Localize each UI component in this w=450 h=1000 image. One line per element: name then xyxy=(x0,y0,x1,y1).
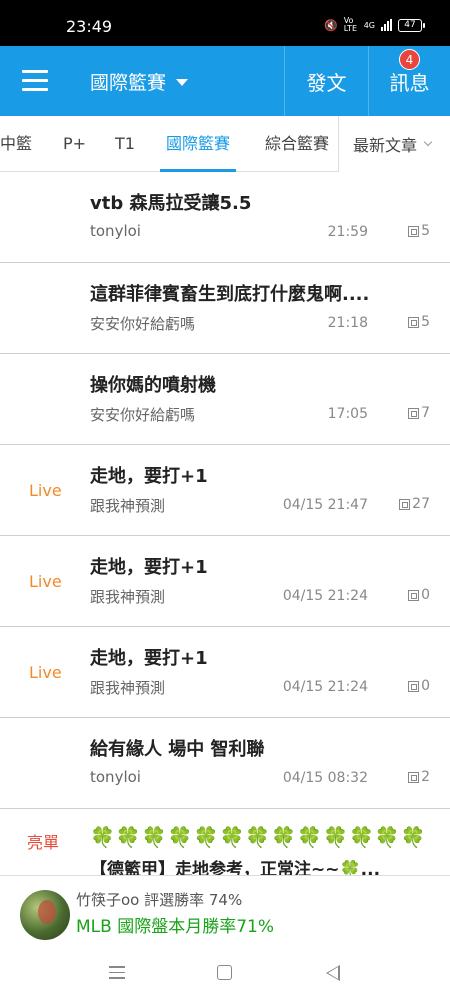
post-author: 跟我神預測 xyxy=(90,588,166,606)
reply-count: 5 xyxy=(421,223,430,239)
post-item[interactable]: vtb 森馬拉受讓5.5 tonyloi 21:59 5 xyxy=(0,172,450,263)
tab-cba[interactable]: 中籃 xyxy=(0,116,32,172)
tab-international[interactable]: 國際籃賽 xyxy=(159,116,237,172)
post-author: 安安你好給虧嗎 xyxy=(90,406,196,424)
reply-icon xyxy=(408,589,420,601)
tab-mixed[interactable]: 綜合籃賽 xyxy=(265,116,329,172)
reply-icon xyxy=(408,680,420,692)
reply-count: 7 xyxy=(421,405,430,421)
messages-label: 訊息 xyxy=(389,70,430,95)
tab-pplus[interactable]: P+ xyxy=(63,116,86,172)
battery-icon: 47 xyxy=(398,18,425,32)
reply-icon xyxy=(408,771,420,783)
volte-icon: Vo LTE xyxy=(343,16,357,33)
messages-button[interactable]: 訊息 4 xyxy=(368,46,450,116)
home-icon[interactable] xyxy=(217,965,232,980)
post-time: 04/15 08:32 xyxy=(282,770,368,786)
new-post-label: 發文 xyxy=(306,70,347,95)
caret-down-icon xyxy=(176,79,189,86)
live-tag: Live xyxy=(29,481,62,500)
post-title: 操你媽的噴射機 xyxy=(90,375,216,396)
clover-icons: 🍀🍀🍀🍀🍀🍀🍀🍀🍀🍀🍀🍀🍀 xyxy=(90,825,427,849)
promo-post-item[interactable]: 亮單 🍀🍀🍀🍀🍀🍀🍀🍀🍀🍀🍀🍀🍀 【德籃甲】走地参考，正常注~~🍀... xyxy=(0,809,450,880)
back-icon[interactable] xyxy=(326,965,340,981)
post-item[interactable]: Live 走地，要打+1 跟我神預測 04/15 21:24 0 xyxy=(0,627,450,718)
reply-icon xyxy=(408,225,420,237)
post-replies: 0 xyxy=(408,587,430,603)
post-item[interactable]: 這群菲律賓畜生到底打什麼鬼啊.... 安安你好給虧嗎 21:18 5 xyxy=(0,263,450,354)
post-time: 04/15 21:24 xyxy=(282,679,368,695)
post-time: 04/15 21:47 xyxy=(282,497,368,513)
featured-user-banner[interactable]: 竹筷子oo 評選勝率 74% MLB 國際盤本月勝率71% xyxy=(0,875,450,947)
live-tag: Live xyxy=(29,663,62,682)
chevron-down-icon xyxy=(423,137,433,147)
promo-tag: 亮單 xyxy=(27,833,60,852)
sort-label: 最新文章 xyxy=(353,136,418,155)
avatar xyxy=(20,890,70,940)
system-nav-bar xyxy=(0,947,450,1000)
reply-count: 0 xyxy=(421,678,430,694)
post-replies: 0 xyxy=(408,678,430,694)
post-author: 跟我神預測 xyxy=(90,497,166,515)
post-replies: 2 xyxy=(408,769,430,785)
post-time: 04/15 21:24 xyxy=(282,588,368,604)
messages-badge: 4 xyxy=(399,49,420,70)
banner-win-rate: MLB 國際盤本月勝率71% xyxy=(76,917,274,937)
board-selector-label: 國際籃賽 xyxy=(90,72,167,94)
reply-icon xyxy=(408,316,420,328)
post-author: 安安你好給虧嗎 xyxy=(90,315,196,333)
recent-apps-icon[interactable] xyxy=(109,966,125,983)
live-tag: Live xyxy=(29,572,62,591)
post-replies: 5 xyxy=(408,223,430,239)
category-tabs: 中籃 P+ T1 國際籃賽 綜合籃賽 最新文章 xyxy=(0,116,450,172)
post-title: 走地，要打+1 xyxy=(90,466,208,487)
post-title: 這群菲律賓畜生到底打什麼鬼啊.... xyxy=(90,284,370,305)
signal-icon xyxy=(381,19,392,31)
post-replies: 27 xyxy=(399,496,430,512)
network-label: 4G xyxy=(363,20,375,30)
post-time: 17:05 xyxy=(327,406,368,422)
post-title: 走地，要打+1 xyxy=(90,648,208,669)
reply-count: 5 xyxy=(421,314,430,330)
post-author: tonyloi xyxy=(90,768,141,786)
battery-level: 47 xyxy=(404,20,416,30)
post-title: vtb 森馬拉受讓5.5 xyxy=(90,193,252,214)
post-item[interactable]: 操你媽的噴射機 安安你好給虧嗎 17:05 7 xyxy=(0,354,450,445)
reply-count: 2 xyxy=(421,769,430,785)
post-list: vtb 森馬拉受讓5.5 tonyloi 21:59 5 這群菲律賓畜生到底打什… xyxy=(0,172,450,880)
status-icons: 🔇 Vo LTE 4G 47 xyxy=(324,16,425,33)
tab-t1[interactable]: T1 xyxy=(115,116,135,172)
post-item[interactable]: Live 走地，要打+1 跟我神預測 04/15 21:24 0 xyxy=(0,536,450,627)
post-time: 21:18 xyxy=(327,315,368,331)
board-selector[interactable]: 國際籃賽 xyxy=(90,68,189,95)
post-item[interactable]: Live 走地，要打+1 跟我神預測 04/15 21:47 27 xyxy=(0,445,450,536)
status-time: 23:49 xyxy=(66,17,113,36)
reply-count: 0 xyxy=(421,587,430,603)
post-replies: 7 xyxy=(408,405,430,421)
reply-count: 27 xyxy=(412,496,430,512)
app-bar: 國際籃賽 發文 訊息 4 xyxy=(0,46,450,116)
sort-dropdown[interactable]: 最新文章 xyxy=(338,116,450,172)
hamburger-menu-icon[interactable] xyxy=(22,70,48,92)
post-author: tonyloi xyxy=(90,222,141,240)
banner-user: 竹筷子oo 評選勝率 74% xyxy=(76,891,243,909)
status-bar: 23:49 🔇 Vo LTE 4G 47 xyxy=(0,0,450,46)
reply-icon xyxy=(408,407,420,419)
post-title: 走地，要打+1 xyxy=(90,557,208,578)
post-replies: 5 xyxy=(408,314,430,330)
mute-icon: 🔇 xyxy=(324,18,338,32)
post-author: 跟我神預測 xyxy=(90,679,166,697)
post-time: 21:59 xyxy=(327,224,368,240)
post-title: 給有緣人 場中 智利聯 xyxy=(90,739,265,760)
reply-icon xyxy=(399,498,411,510)
post-item[interactable]: 給有緣人 場中 智利聯 tonyloi 04/15 08:32 2 xyxy=(0,718,450,809)
new-post-button[interactable]: 發文 xyxy=(284,46,368,116)
